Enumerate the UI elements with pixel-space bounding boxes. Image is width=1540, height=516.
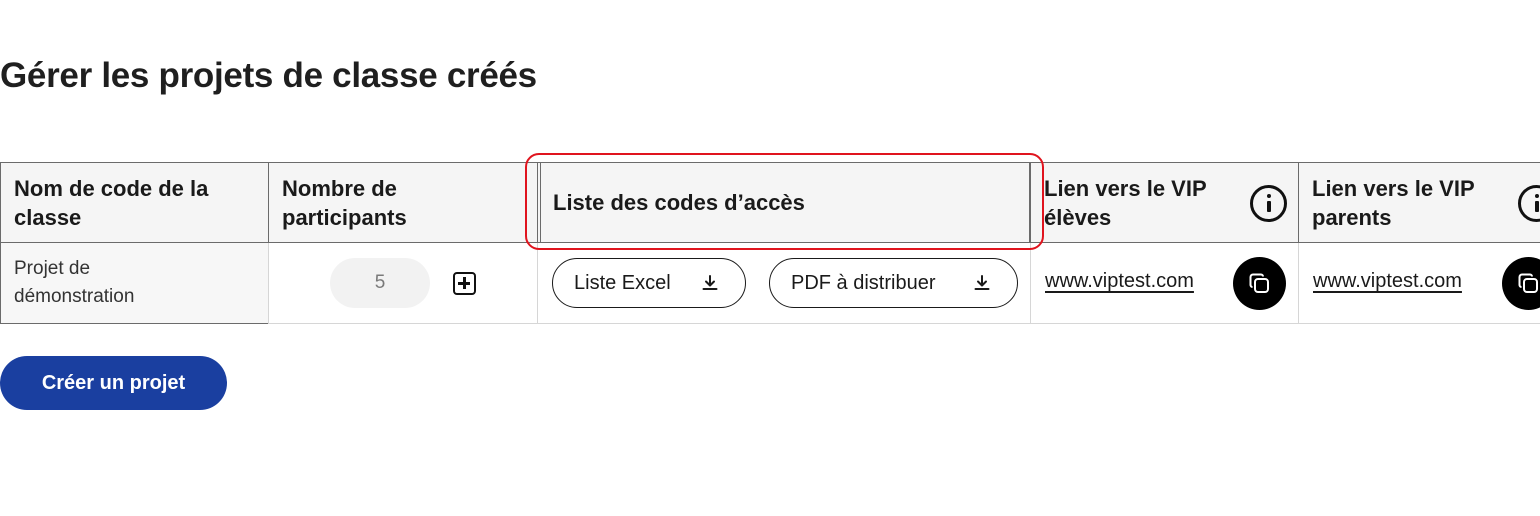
create-project-label: Créer un projet: [41, 371, 186, 394]
copy-icon[interactable]: [1502, 257, 1540, 310]
cell-vip-students: www.viptest.com: [1030, 243, 1298, 324]
page: Gérer les projets de classe créés Nom de…: [0, 0, 1540, 516]
cell-vip-parents: www.viptest.com: [1298, 243, 1540, 324]
cell-class-code: Projet de démonstration: [0, 243, 268, 324]
plus-square-icon[interactable]: [453, 272, 476, 295]
header-vip-parents: Lien vers le VIP parents: [1298, 162, 1540, 243]
info-icon[interactable]: [1250, 185, 1287, 222]
header-participants: Nombre de participants: [268, 162, 537, 243]
excel-list-button[interactable]: Liste Excel: [552, 258, 746, 308]
column-divider: [540, 163, 541, 242]
header-class-code-label: Nom de code de la classe: [14, 175, 209, 230]
create-project-button[interactable]: Créer un projet: [0, 356, 227, 410]
header-class-code: Nom de code de la classe: [0, 162, 268, 243]
header-vip-students-label: Lien vers le VIP élèves: [1044, 175, 1207, 230]
download-icon: [702, 275, 718, 290]
header-access-codes-label: Liste des codes d’accès: [553, 190, 805, 215]
excel-list-label: Liste Excel: [574, 271, 671, 294]
vip-parents-link[interactable]: www.viptest.com: [1313, 270, 1462, 293]
copy-glyph: [1518, 273, 1538, 293]
pdf-distribute-label: PDF à distribuer: [791, 271, 936, 294]
header-vip-parents-label: Lien vers le VIP parents: [1312, 175, 1475, 230]
info-icon[interactable]: [1518, 185, 1540, 222]
copy-glyph: [1249, 273, 1269, 293]
header-participants-label: Nombre de participants: [282, 175, 407, 230]
copy-icon[interactable]: [1233, 257, 1286, 310]
class-code-value: Projet de démonstration: [14, 258, 135, 307]
vip-students-link[interactable]: www.viptest.com: [1045, 270, 1194, 293]
pdf-distribute-button[interactable]: PDF à distribuer: [769, 258, 1018, 308]
page-title: Gérer les projets de classe créés: [0, 56, 537, 95]
participants-count-field[interactable]: 5: [330, 258, 430, 308]
cell-participants: 5: [268, 243, 537, 324]
cell-access-codes: Liste Excel PDF à distribuer: [537, 243, 1030, 324]
header-vip-students: Lien vers le VIP élèves: [1030, 162, 1298, 243]
download-icon: [974, 275, 990, 290]
header-access-codes: Liste des codes d’accès: [537, 162, 1030, 243]
projects-table: Nom de code de la classe Nombre de parti…: [0, 162, 1540, 324]
